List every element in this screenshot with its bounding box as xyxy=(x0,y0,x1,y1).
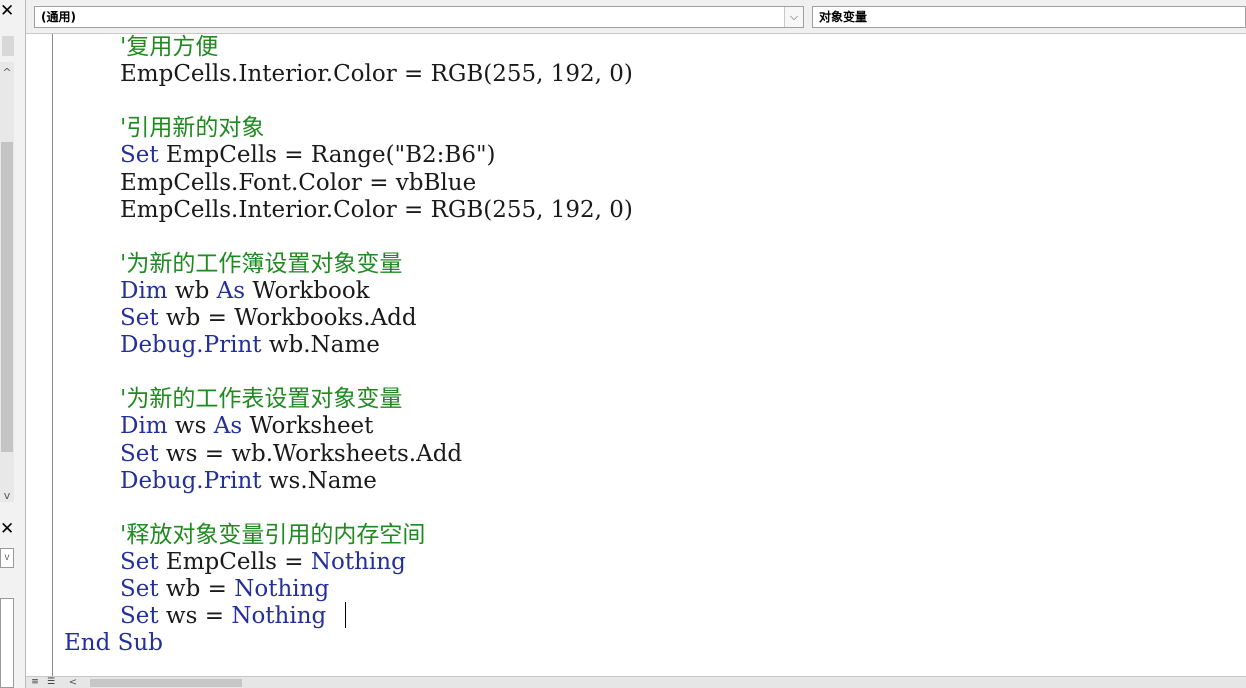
keyword-token: Dim xyxy=(120,277,168,304)
properties-list[interactable] xyxy=(0,598,14,688)
procedure-view-button[interactable]: ≡ xyxy=(28,677,42,688)
text-cursor xyxy=(345,602,346,628)
comment-text: '为新的工作表设置对象变量 xyxy=(120,386,403,413)
code-comment-line[interactable]: '复用方便 xyxy=(120,34,218,61)
comment-text: '为新的工作簿设置对象变量 xyxy=(120,250,403,277)
code-token: EmpCells.Font.Color = vbBlue xyxy=(120,169,477,196)
keyword-token: Set xyxy=(120,142,159,169)
code-token: wb.Name xyxy=(261,332,380,359)
object-combo[interactable]: (通用) ⌵ xyxy=(34,6,804,28)
keyword-token: Debug.Print xyxy=(120,332,262,359)
code-line[interactable]: Set wb = Workbooks.Add xyxy=(120,305,417,332)
keyword-token: End Sub xyxy=(64,630,163,657)
code-comment-line[interactable]: '为新的工作簿设置对象变量 xyxy=(120,251,402,278)
code-token: wb = Workbooks.Add xyxy=(158,305,417,331)
code-line[interactable]: Set EmpCells = Nothing xyxy=(120,549,406,576)
properties-object-select[interactable]: v xyxy=(0,548,14,568)
code-line[interactable]: Set EmpCells = Range("B2:B6") xyxy=(120,142,496,169)
keyword-token: Set xyxy=(120,576,159,602)
procedure-combo[interactable]: 对象变量 xyxy=(812,6,1246,28)
code-token: ws = xyxy=(158,603,232,630)
code-token: ws xyxy=(167,413,214,440)
full-module-view-button[interactable]: ☰ xyxy=(44,677,58,688)
comment-text: '复用方便 xyxy=(120,34,219,60)
scroll-up-icon[interactable]: ^ xyxy=(0,66,14,79)
horizontal-scroll-thumb[interactable] xyxy=(90,679,242,687)
code-token: Worksheet xyxy=(242,413,374,440)
code-line[interactable]: Debug.Print wb.Name xyxy=(120,332,380,359)
keyword-token: Set xyxy=(120,548,159,575)
scroll-left-icon[interactable]: < xyxy=(66,677,80,688)
code-token: EmpCells = xyxy=(158,548,311,575)
code-line[interactable]: End Sub xyxy=(64,630,163,657)
keyword-token: Dim xyxy=(120,413,168,440)
code-token: wb xyxy=(167,277,217,304)
code-line[interactable]: EmpCells.Interior.Color = RGB(255, 192, … xyxy=(120,197,633,224)
left-side-panel: ✕ ^ v ✕ v xyxy=(0,0,26,688)
code-comment-line[interactable]: '为新的工作表设置对象变量 xyxy=(120,386,402,413)
code-editor[interactable]: '复用方便 EmpCells.Interior.Color = RGB(255, … xyxy=(26,34,1246,676)
code-comment-line[interactable]: '引用新的对象 xyxy=(120,115,264,142)
left-panel-scrollbar[interactable]: ^ v xyxy=(0,62,14,502)
horizontal-scrollbar[interactable]: ≡ ☰ < xyxy=(26,676,1246,688)
keyword-token: Debug.Print xyxy=(120,467,262,494)
margin-indicator-bar[interactable] xyxy=(26,34,53,676)
code-comment-line[interactable]: '释放对象变量引用的内存空间 xyxy=(120,522,425,549)
close-icon[interactable]: ✕ xyxy=(0,2,14,20)
code-line[interactable]: EmpCells.Font.Color = vbBlue xyxy=(120,170,476,197)
procedure-combo-value: 对象变量 xyxy=(819,10,868,24)
keyword-token: As xyxy=(216,277,246,304)
close-icon[interactable]: ✕ xyxy=(0,520,14,538)
object-combo-value: (通用) xyxy=(41,10,76,24)
keyword-token: Nothing xyxy=(234,576,330,602)
code-token: EmpCells.Interior.Color = RGB(255, 192, … xyxy=(120,196,633,223)
code-token: wb = xyxy=(158,576,235,602)
code-line[interactable]: Debug.Print ws.Name xyxy=(120,468,377,495)
code-line[interactable]: Dim wb As Workbook xyxy=(120,278,370,305)
code-token: EmpCells.Interior.Color = RGB(255, 192, … xyxy=(120,61,633,88)
panel-pin[interactable] xyxy=(2,36,14,56)
scroll-down-icon[interactable]: v xyxy=(0,489,14,502)
code-line[interactable]: EmpCells.Interior.Color = RGB(255, 192, … xyxy=(120,61,633,88)
left-scroll-thumb[interactable] xyxy=(1,142,13,452)
keyword-token: Set xyxy=(120,603,159,630)
code-window-header: (通用) ⌵ 对象变量 xyxy=(26,0,1246,34)
keyword-token: Set xyxy=(120,440,159,467)
code-line[interactable]: Dim ws As Worksheet xyxy=(120,413,373,440)
code-token: EmpCells = Range("B2:B6") xyxy=(158,142,496,169)
code-token: Workbook xyxy=(245,277,370,304)
keyword-token: As xyxy=(213,413,243,440)
code-token: ws = wb.Worksheets.Add xyxy=(158,440,463,467)
keyword-token: Set xyxy=(120,305,159,331)
code-token: ws.Name xyxy=(261,467,377,494)
chevron-down-icon[interactable]: ⌵ xyxy=(784,7,803,27)
code-line[interactable]: Set wb = Nothing xyxy=(120,576,329,603)
keyword-token: Nothing xyxy=(231,603,327,630)
code-line[interactable]: Set ws = wb.Worksheets.Add xyxy=(120,441,462,468)
comment-text: '引用新的对象 xyxy=(120,115,265,142)
keyword-token: Nothing xyxy=(310,548,406,575)
code-line[interactable]: Set ws = Nothing xyxy=(120,603,326,630)
comment-text: '释放对象变量引用的内存空间 xyxy=(120,521,426,548)
